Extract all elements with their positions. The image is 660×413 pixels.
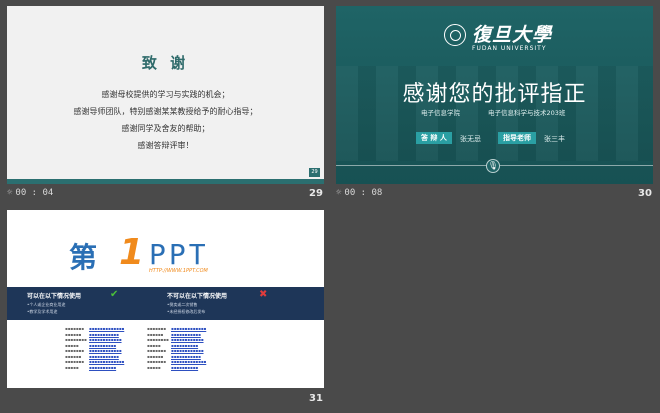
university-seal-icon <box>444 24 466 46</box>
slide-thumbnail-31[interactable]: 第 1 PPT HTTP://WWW.1PPT.COM 可以在以下情况使用 ✔ … <box>7 210 324 388</box>
clock-icon: ☼ <box>7 188 13 198</box>
logo-text: 第 <box>69 241 97 274</box>
logo-ppt: PPT <box>149 238 209 271</box>
defender-name: 张无忌 <box>460 135 481 143</box>
slide-thumbnail-29[interactable]: 致 谢 感谢母校提供的学习与实践的机会； 感谢导师团队，特别感谢某某教授给予的耐… <box>7 6 324 184</box>
logo-number: 1 <box>119 232 145 273</box>
page-badge: 29 <box>309 168 320 177</box>
cross-icon: ✖ <box>259 289 268 300</box>
slide-thumbnail-30[interactable]: 復旦大學 FUDAN UNIVERSITY 感谢您的批评指正 电子信息学院 电子… <box>336 6 653 184</box>
defender-label: 答 辩 人 <box>416 132 452 144</box>
slide-time-30: ☼ 00 : 08 <box>336 188 383 198</box>
cannot-use-title: 不可以在以下情况使用 <box>167 293 228 300</box>
slide-heading: 致 谢 <box>141 54 190 72</box>
logo-url: HTTP://WWW.1PPT.COM <box>149 268 208 274</box>
advisor-label: 指导老师 <box>498 132 536 144</box>
ack-line: 感谢母校提供的学习与实践的机会； <box>101 90 230 99</box>
advisor-name: 张三丰 <box>544 135 565 143</box>
can-use-title: 可以在以下情况使用 <box>27 293 82 300</box>
university-name-en: FUDAN UNIVERSITY <box>472 45 547 52</box>
ack-line: 感谢同学及舍友的帮助； <box>121 124 210 133</box>
university-name-cn: 復旦大學 <box>472 24 553 46</box>
cannot-item: •倒卖或二次销售 <box>167 302 198 307</box>
slide-number-30: 30 <box>638 188 652 199</box>
slide-time-29: ☼ 00 : 04 <box>7 188 54 198</box>
can-item: •教学及学术用途 <box>27 309 58 314</box>
check-icon: ✔ <box>110 289 119 300</box>
class-name: 电子信息科学与技术203班 <box>488 109 566 117</box>
cannot-item: •未经授权修改后发布 <box>167 309 206 314</box>
link-list-left: ▪▪▪▪▪▪▪ ▪▪▪▪▪▪ ▪▪▪▪▪▪▪▪ ▪▪▪▪▪ ▪▪▪▪▪▪▪ ▪▪▪▪▪▪ ▪… <box>65 326 87 370</box>
slide-number-31: 31 <box>309 393 323 404</box>
slide-title: 感谢您的批评指正 <box>402 82 587 107</box>
bottom-bar <box>7 179 324 184</box>
link-list-left-urls: ▪▪▪▪▪▪▪▪▪▪▪▪▪ ▪▪▪▪▪▪▪▪▪▪▪ ▪▪▪▪▪▪▪▪▪▪▪▪ ▪▪▪▪… <box>89 326 125 370</box>
link-list-right: ▪▪▪▪▪▪▪ ▪▪▪▪▪▪ ▪▪▪▪▪▪▪▪ ▪▪▪▪▪ ▪▪▪▪▪▪▪ ▪▪▪▪▪▪ ▪… <box>147 326 169 370</box>
link-list-right-urls: ▪▪▪▪▪▪▪▪▪▪▪▪▪ ▪▪▪▪▪▪▪▪▪▪▪ ▪▪▪▪▪▪▪▪▪▪▪▪ ▪▪▪▪… <box>171 326 207 370</box>
can-item: •个人或企业商业用途 <box>27 302 66 307</box>
school-name: 电子信息学院 <box>421 109 460 117</box>
ack-line: 感谢答辩评审！ <box>137 141 194 150</box>
ack-line: 感谢导师团队，特别感谢某某教授给予的耐心指导； <box>73 107 258 116</box>
microphone-icon: 🎙 <box>486 159 500 173</box>
usage-bar: 可以在以下情况使用 ✔ •个人或企业商业用途 •教学及学术用途 不可以在以下情况… <box>7 287 324 320</box>
slide-number-29: 29 <box>309 188 323 199</box>
clock-icon: ☼ <box>336 188 342 198</box>
acknowledgement-lines: 感谢母校提供的学习与实践的机会； 感谢导师团队，特别感谢某某教授给予的耐心指导；… <box>7 86 324 154</box>
